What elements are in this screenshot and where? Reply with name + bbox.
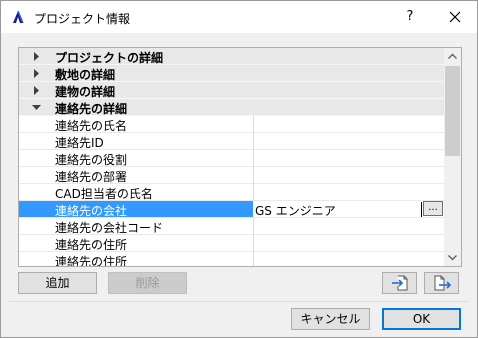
column-divider (253, 218, 254, 235)
field-label: 連絡先の役割 (55, 153, 128, 167)
group-project-details[interactable]: プロジェクトの詳細 (19, 48, 444, 65)
add-button[interactable]: 追加 (18, 272, 97, 294)
text-caret (421, 202, 422, 217)
title-bar: プロジェクト情報 ? (1, 1, 477, 33)
field-label: 連絡先の会社 (55, 204, 128, 218)
project-info-dialog: プロジェクト情報 ? プロジェクトの詳細 敷地の詳細 建物の詳細 連絡先の詳細 (0, 0, 478, 338)
scroll-up-icon[interactable] (444, 48, 461, 65)
vertical-scrollbar[interactable] (444, 48, 461, 266)
browse-button[interactable]: ... (423, 201, 443, 216)
expand-arrow-icon[interactable] (32, 69, 41, 78)
cancel-button[interactable]: キャンセル (291, 308, 370, 330)
field-row[interactable]: 連絡先の住所 (19, 252, 444, 266)
field-row[interactable]: 連絡先の会社コード (19, 218, 444, 235)
field-row[interactable]: CAD担当者の氏名 (19, 184, 444, 201)
group-label: プロジェクトの詳細 (55, 51, 164, 65)
field-row[interactable]: 連絡先の部署 (19, 167, 444, 184)
ok-button[interactable]: OK (382, 308, 461, 330)
field-label: 連絡先の住所 (55, 255, 128, 266)
field-label: 連絡先の会社コード (55, 221, 164, 235)
scrollbar-thumb[interactable] (445, 66, 460, 156)
field-row[interactable]: 連絡先の住所 (19, 235, 444, 252)
expand-arrow-icon[interactable] (32, 86, 41, 95)
group-contact-details[interactable]: 連絡先の詳細 (19, 99, 444, 116)
field-label: 連絡先の氏名 (55, 119, 128, 133)
field-row[interactable]: 連絡先の役割 (19, 150, 444, 167)
expand-arrow-icon[interactable] (32, 52, 41, 61)
import-icon (391, 275, 407, 291)
export-button[interactable] (424, 272, 459, 294)
column-divider (253, 184, 254, 201)
column-divider (253, 116, 254, 133)
export-icon (434, 275, 451, 291)
field-value-editor[interactable]: GS エンジニア ... (253, 201, 443, 219)
group-label: 連絡先の詳細 (55, 102, 128, 116)
field-row-selected[interactable]: 連絡先の会社 GS エンジニア ... (19, 201, 444, 218)
column-divider (253, 235, 254, 252)
column-divider (253, 252, 254, 266)
scroll-down-icon[interactable] (444, 249, 461, 266)
footer-separator (9, 301, 469, 302)
import-button[interactable] (382, 272, 417, 294)
info-tree-panel: プロジェクトの詳細 敷地の詳細 建物の詳細 連絡先の詳細 連絡先の氏名 連絡先I… (18, 47, 462, 267)
field-label: 連絡先の住所 (55, 238, 128, 252)
field-label: 連絡先ID (55, 136, 104, 150)
group-building-details[interactable]: 建物の詳細 (19, 82, 444, 99)
close-icon[interactable] (444, 7, 466, 27)
field-label: 連絡先の部署 (55, 170, 128, 184)
column-divider (253, 167, 254, 184)
column-divider (253, 133, 254, 150)
field-row[interactable]: 連絡先の氏名 (19, 116, 444, 133)
field-value-input[interactable]: GS エンジニア (255, 202, 336, 219)
column-divider (253, 150, 254, 167)
collapse-arrow-icon[interactable] (32, 103, 41, 112)
group-label: 敷地の詳細 (55, 68, 116, 82)
group-label: 建物の詳細 (55, 85, 116, 99)
selected-label-cell[interactable]: 連絡先の会社 (19, 201, 253, 218)
archicad-app-icon (10, 9, 26, 25)
help-button[interactable]: ? (399, 7, 421, 27)
field-label: CAD担当者の氏名 (55, 187, 153, 201)
delete-button[interactable]: 削除 (108, 272, 187, 294)
group-site-details[interactable]: 敷地の詳細 (19, 65, 444, 82)
info-tree-list: プロジェクトの詳細 敷地の詳細 建物の詳細 連絡先の詳細 連絡先の氏名 連絡先I… (19, 48, 444, 266)
window-title: プロジェクト情報 (34, 12, 131, 26)
field-row[interactable]: 連絡先ID (19, 133, 444, 150)
